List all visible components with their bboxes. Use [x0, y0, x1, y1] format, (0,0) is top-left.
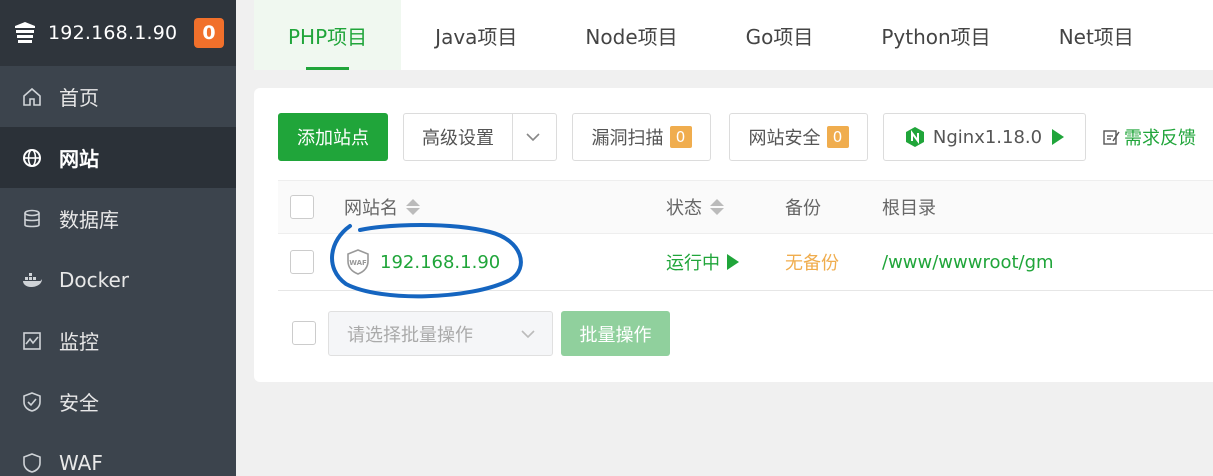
vuln-scan-label: 漏洞扫描: [591, 128, 664, 149]
sidebar-item-database[interactable]: 数据库: [0, 188, 236, 249]
nginx-version: Nginx1.18.0: [932, 126, 1043, 148]
select-all-checkbox[interactable]: [290, 195, 314, 219]
edit-icon: [1102, 128, 1120, 146]
sidebar-item-security[interactable]: 安全: [0, 371, 236, 432]
sidebar-item-home[interactable]: 首页: [0, 66, 236, 127]
site-status[interactable]: 运行中: [666, 234, 739, 290]
database-icon: [21, 208, 43, 230]
server-host: 192.168.1.90: [48, 22, 178, 44]
play-icon: [1052, 129, 1065, 145]
dropdown-divider: [512, 114, 513, 160]
col-status[interactable]: 状态: [666, 181, 724, 233]
server-logo-icon: [12, 20, 38, 46]
globe-icon: [21, 147, 43, 169]
sidebar-item-label: 数据库: [59, 208, 119, 232]
tab-php[interactable]: PHP项目: [254, 0, 402, 70]
col-site-name-label: 网站名: [344, 198, 398, 219]
tab-python[interactable]: Python项目: [847, 0, 1024, 70]
col-status-label: 状态: [666, 198, 702, 219]
play-icon: [727, 254, 739, 270]
docker-icon: [21, 269, 43, 291]
sidebar-header: 192.168.1.90 0: [0, 0, 236, 66]
vuln-scan-button[interactable]: 漏洞扫描 0: [572, 113, 711, 161]
project-tabs: PHP项目 Java项目 Node项目 Go项目 Python项目 Net项目: [254, 0, 1213, 70]
bulk-action-button[interactable]: 批量操作: [561, 311, 670, 356]
sidebar-item-label: 首页: [59, 86, 99, 110]
site-backup[interactable]: 无备份: [785, 234, 839, 290]
sidebar-item-monitor[interactable]: 监控: [0, 310, 236, 371]
sidebar: 192.168.1.90 0 首页 网站 数据库 Docker 监控 安全 WA…: [0, 0, 236, 476]
site-security-button[interactable]: 网站安全 0: [729, 113, 868, 161]
site-status-label: 运行中: [666, 253, 720, 274]
waf-icon: [21, 452, 43, 474]
chevron-down-icon: [520, 329, 536, 339]
sort-icon: [406, 199, 420, 215]
tab-java[interactable]: Java项目: [401, 0, 551, 70]
tab-go[interactable]: Go项目: [712, 0, 848, 70]
feedback-label: 需求反馈: [1124, 128, 1196, 149]
nginx-icon: [905, 126, 925, 148]
tab-node[interactable]: Node项目: [551, 0, 711, 70]
feedback-link[interactable]: 需求反馈: [1102, 124, 1196, 150]
annotation-circle: [330, 223, 523, 299]
col-root: 根目录: [882, 198, 936, 219]
chevron-down-icon: [525, 132, 541, 142]
tab-net[interactable]: Net项目: [1025, 0, 1168, 70]
shield-icon: [21, 391, 43, 413]
bulk-action-placeholder: 请选择批量操作: [347, 324, 473, 346]
sidebar-item-label: 安全: [59, 391, 99, 415]
col-backup: 备份: [785, 198, 821, 219]
sidebar-item-label: WAF: [59, 450, 103, 475]
sidebar-item-label: Docker: [59, 267, 130, 292]
sort-icon: [710, 199, 724, 215]
nginx-button[interactable]: Nginx1.18.0: [883, 113, 1086, 161]
sidebar-item-docker[interactable]: Docker: [0, 249, 236, 310]
sidebar-item-label: 网站: [59, 147, 99, 171]
advanced-settings-label: 高级设置: [422, 128, 494, 149]
sidebar-item-waf[interactable]: WAF: [0, 432, 236, 476]
add-site-button[interactable]: 添加站点: [278, 113, 388, 161]
sidebar-item-website[interactable]: 网站: [0, 127, 236, 188]
sidebar-item-label: 监控: [59, 330, 99, 354]
site-security-label: 网站安全: [748, 128, 821, 149]
site-root-path[interactable]: /www/wwwroot/gm: [882, 234, 1054, 290]
bulk-select-checkbox[interactable]: [292, 321, 316, 345]
home-icon: [21, 86, 43, 108]
site-security-count: 0: [826, 126, 849, 148]
row-checkbox[interactable]: [290, 250, 314, 274]
notification-badge[interactable]: 0: [194, 18, 224, 48]
advanced-settings-dropdown[interactable]: 高级设置: [403, 113, 557, 161]
bulk-action-select[interactable]: 请选择批量操作: [328, 311, 553, 356]
vuln-scan-count: 0: [669, 126, 692, 148]
monitor-icon: [21, 330, 43, 352]
